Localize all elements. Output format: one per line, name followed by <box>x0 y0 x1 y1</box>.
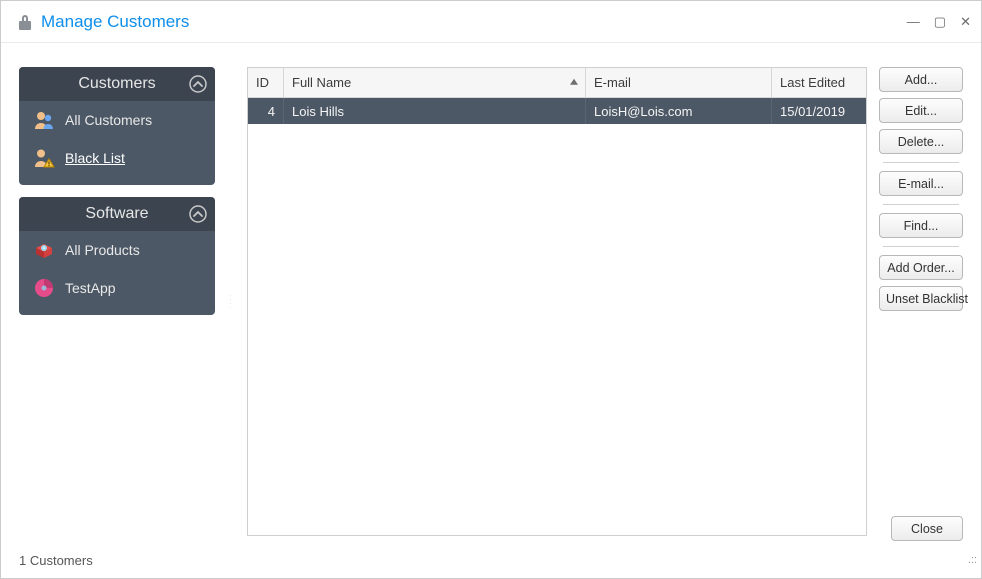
add-button[interactable]: Add... <box>879 67 963 92</box>
sidebar-group-software: Software All Products <box>19 197 215 315</box>
users-icon <box>33 109 55 131</box>
splitter-grip-icon: ···· <box>230 294 233 310</box>
window-maximize-icon[interactable]: ▢ <box>934 14 946 30</box>
sidebar-group-customers-title: Customers <box>78 75 155 92</box>
splitter-handle[interactable]: ···· <box>227 67 235 536</box>
action-buttons: Add... Edit... Delete... E-mail... Find.… <box>879 67 963 536</box>
table-row[interactable]: 4 Lois Hills LoisH@Lois.com 15/01/2019 <box>248 98 866 124</box>
sidebar-item-label: All Products <box>65 242 140 258</box>
blacklist-icon <box>33 147 55 169</box>
sidebar-group-customers: Customers All Customers <box>19 67 215 185</box>
sidebar-group-customers-header[interactable]: Customers <box>19 67 215 101</box>
sidebar-item-testapp[interactable]: TestApp <box>19 269 215 307</box>
cell-full-name: Lois Hills <box>284 98 586 124</box>
separator <box>883 204 959 205</box>
collapse-up-icon[interactable] <box>189 75 207 93</box>
separator <box>883 246 959 247</box>
collapse-up-icon[interactable] <box>189 205 207 223</box>
sidebar-group-software-title: Software <box>85 205 148 222</box>
app-lock-icon <box>17 13 33 31</box>
window-minimize-icon[interactable]: — <box>907 14 920 30</box>
cell-email: LoisH@Lois.com <box>586 98 772 124</box>
edit-button[interactable]: Edit... <box>879 98 963 123</box>
add-order-button[interactable]: Add Order... <box>879 255 963 280</box>
sort-asc-icon <box>569 74 579 89</box>
email-button[interactable]: E-mail... <box>879 171 963 196</box>
sidebar-item-label: All Customers <box>65 112 152 128</box>
sidebar-item-label: TestApp <box>65 280 116 296</box>
find-button[interactable]: Find... <box>879 213 963 238</box>
sidebar-item-all-customers[interactable]: All Customers <box>19 101 215 139</box>
customers-table: ID Full Name E-mail Last Edited 4 Lois H… <box>247 67 867 536</box>
sidebar-group-software-header[interactable]: Software <box>19 197 215 231</box>
sidebar-item-black-list[interactable]: Black List <box>19 139 215 177</box>
column-header-email[interactable]: E-mail <box>586 68 772 98</box>
titlebar: Manage Customers — ▢ ✕ <box>1 1 981 43</box>
sidebar-item-all-products[interactable]: All Products <box>19 231 215 269</box>
close-button[interactable]: Close <box>891 516 963 541</box>
delete-button[interactable]: Delete... <box>879 129 963 154</box>
table-body: 4 Lois Hills LoisH@Lois.com 15/01/2019 <box>248 98 866 535</box>
product-icon <box>33 239 55 261</box>
column-header-last-edited[interactable]: Last Edited <box>772 68 866 98</box>
cell-last-edited: 15/01/2019 <box>772 98 866 124</box>
cell-id: 4 <box>248 98 284 124</box>
sidebar: Customers All Customers <box>19 67 215 536</box>
resize-grip-icon[interactable]: .:: <box>963 560 977 574</box>
testapp-icon <box>33 277 55 299</box>
table-header-row: ID Full Name E-mail Last Edited <box>248 68 866 98</box>
column-header-full-name-label: Full Name <box>292 75 351 90</box>
status-text: 1 Customers <box>19 553 93 568</box>
separator <box>883 162 959 163</box>
column-header-id[interactable]: ID <box>248 68 284 98</box>
column-header-full-name[interactable]: Full Name <box>284 68 586 98</box>
unset-blacklist-button[interactable]: Unset Blacklist <box>879 286 963 311</box>
window-close-icon[interactable]: ✕ <box>960 14 971 30</box>
sidebar-item-label: Black List <box>65 150 125 166</box>
window-title: Manage Customers <box>41 12 189 32</box>
